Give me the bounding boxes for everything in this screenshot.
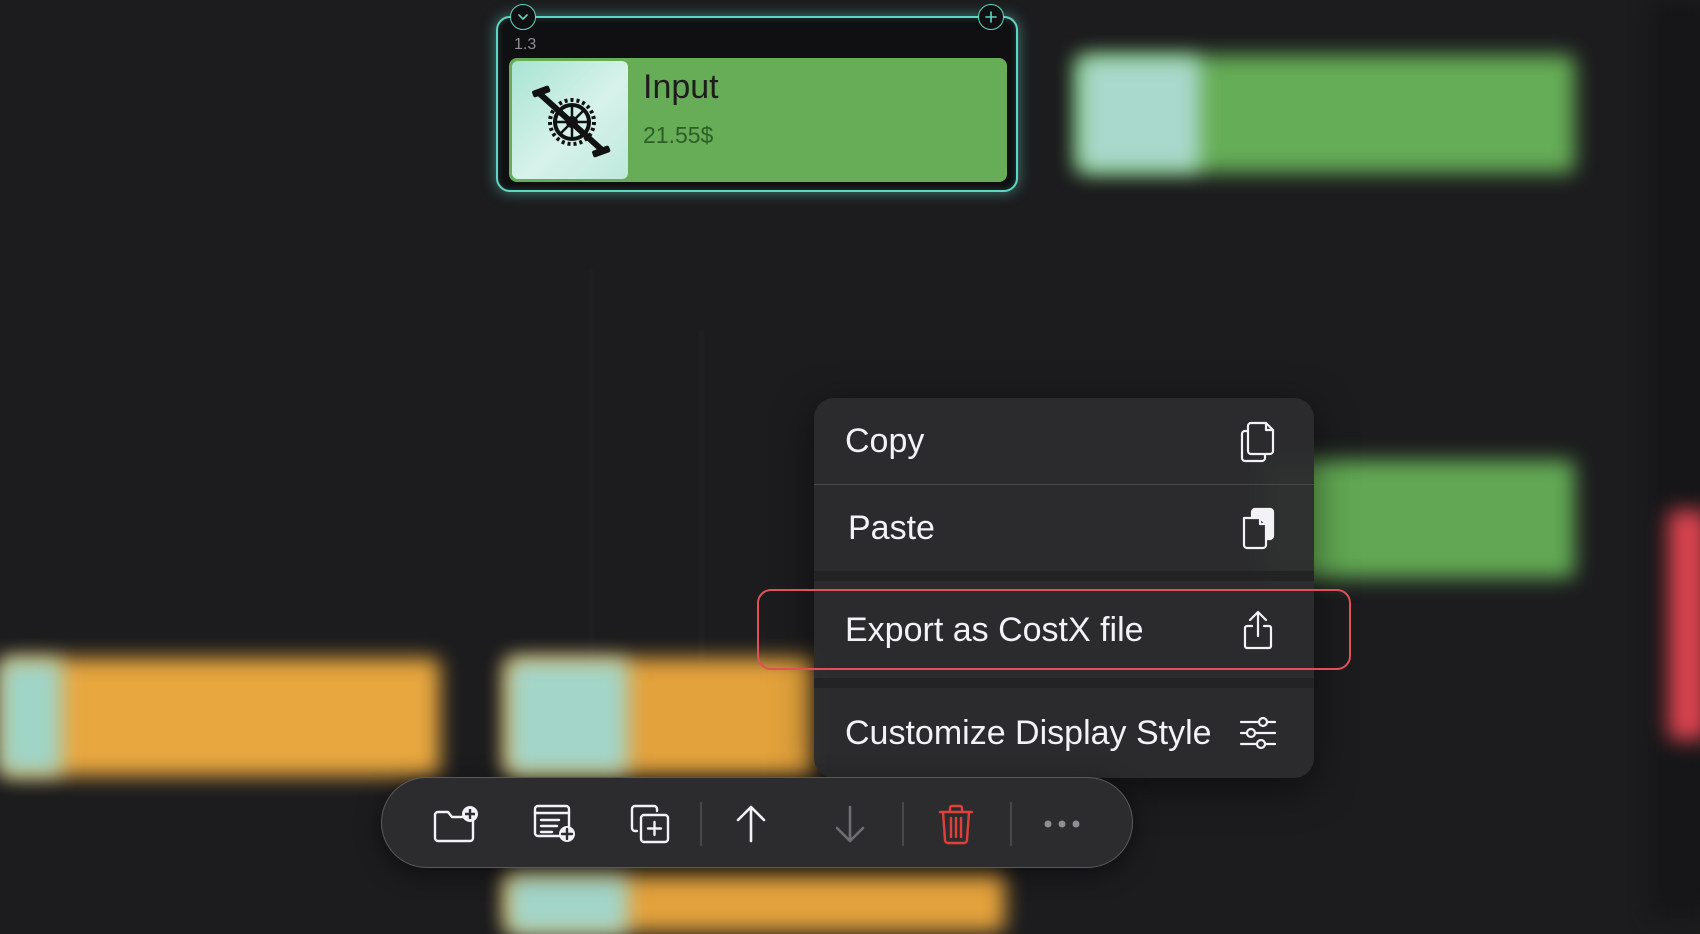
context-menu: Copy Paste Export as CostX file Customiz… [814,398,1314,778]
connector-line [590,270,593,690]
node-title: Input [643,68,719,106]
sliders-icon [1238,711,1278,755]
menu-item-label: Customize Display Style [845,713,1212,752]
node-card[interactable]: Input 21.55$ [509,58,1007,182]
duplicate-button[interactable] [622,796,678,852]
blurred-node-thumbnail [0,660,62,774]
collapse-handle[interactable] [510,4,536,30]
blurred-side-panel [1650,0,1700,917]
chevron-down-icon [518,14,528,21]
node-thumbnail [512,61,628,179]
toolbar-divider [700,802,702,846]
plus-icon [985,11,997,23]
blurred-node-thumbnail [508,874,628,934]
copy-icon [1238,419,1278,463]
paste-icon [1238,506,1278,550]
node-id-label: 1.3 [514,36,537,53]
blurred-red-element [1668,510,1700,740]
blurred-node-thumbnail [1080,58,1200,170]
new-folder-button[interactable] [428,796,484,852]
node-price: 21.55$ [643,122,714,148]
menu-item-label: Copy [845,421,925,460]
blurred-node-card [0,658,440,776]
selected-node[interactable]: 1.3 Input 21.55$ [496,4,1018,192]
delete-button[interactable] [928,796,984,852]
move-up-icon [736,805,766,843]
bicycle-crankset-icon [532,85,611,158]
menu-item-paste[interactable]: Paste [814,485,1314,571]
trash-icon [938,804,974,845]
toolbar-divider [1010,802,1012,846]
connector-line [700,330,703,670]
more-button[interactable] [1034,796,1090,852]
menu-item-customize-display[interactable]: Customize Display Style [814,688,1314,778]
move-down-icon [835,805,865,843]
toolbar-divider [902,802,904,846]
menu-item-label: Paste [848,508,935,547]
move-down-button[interactable] [822,796,878,852]
new-folder-icon [433,806,478,843]
menu-group-gap [814,678,1314,688]
export-highlight-outline [757,589,1351,670]
duplicate-icon [630,804,670,844]
add-child-handle[interactable] [978,4,1004,30]
blurred-node-thumbnail [508,660,628,774]
add-item-button[interactable] [527,796,583,852]
menu-group-gap [814,571,1314,581]
bottom-toolbar [381,777,1133,868]
move-up-button[interactable] [723,796,779,852]
more-icon [1044,820,1080,828]
add-item-icon [533,804,575,842]
menu-item-copy[interactable]: Copy [814,398,1314,484]
